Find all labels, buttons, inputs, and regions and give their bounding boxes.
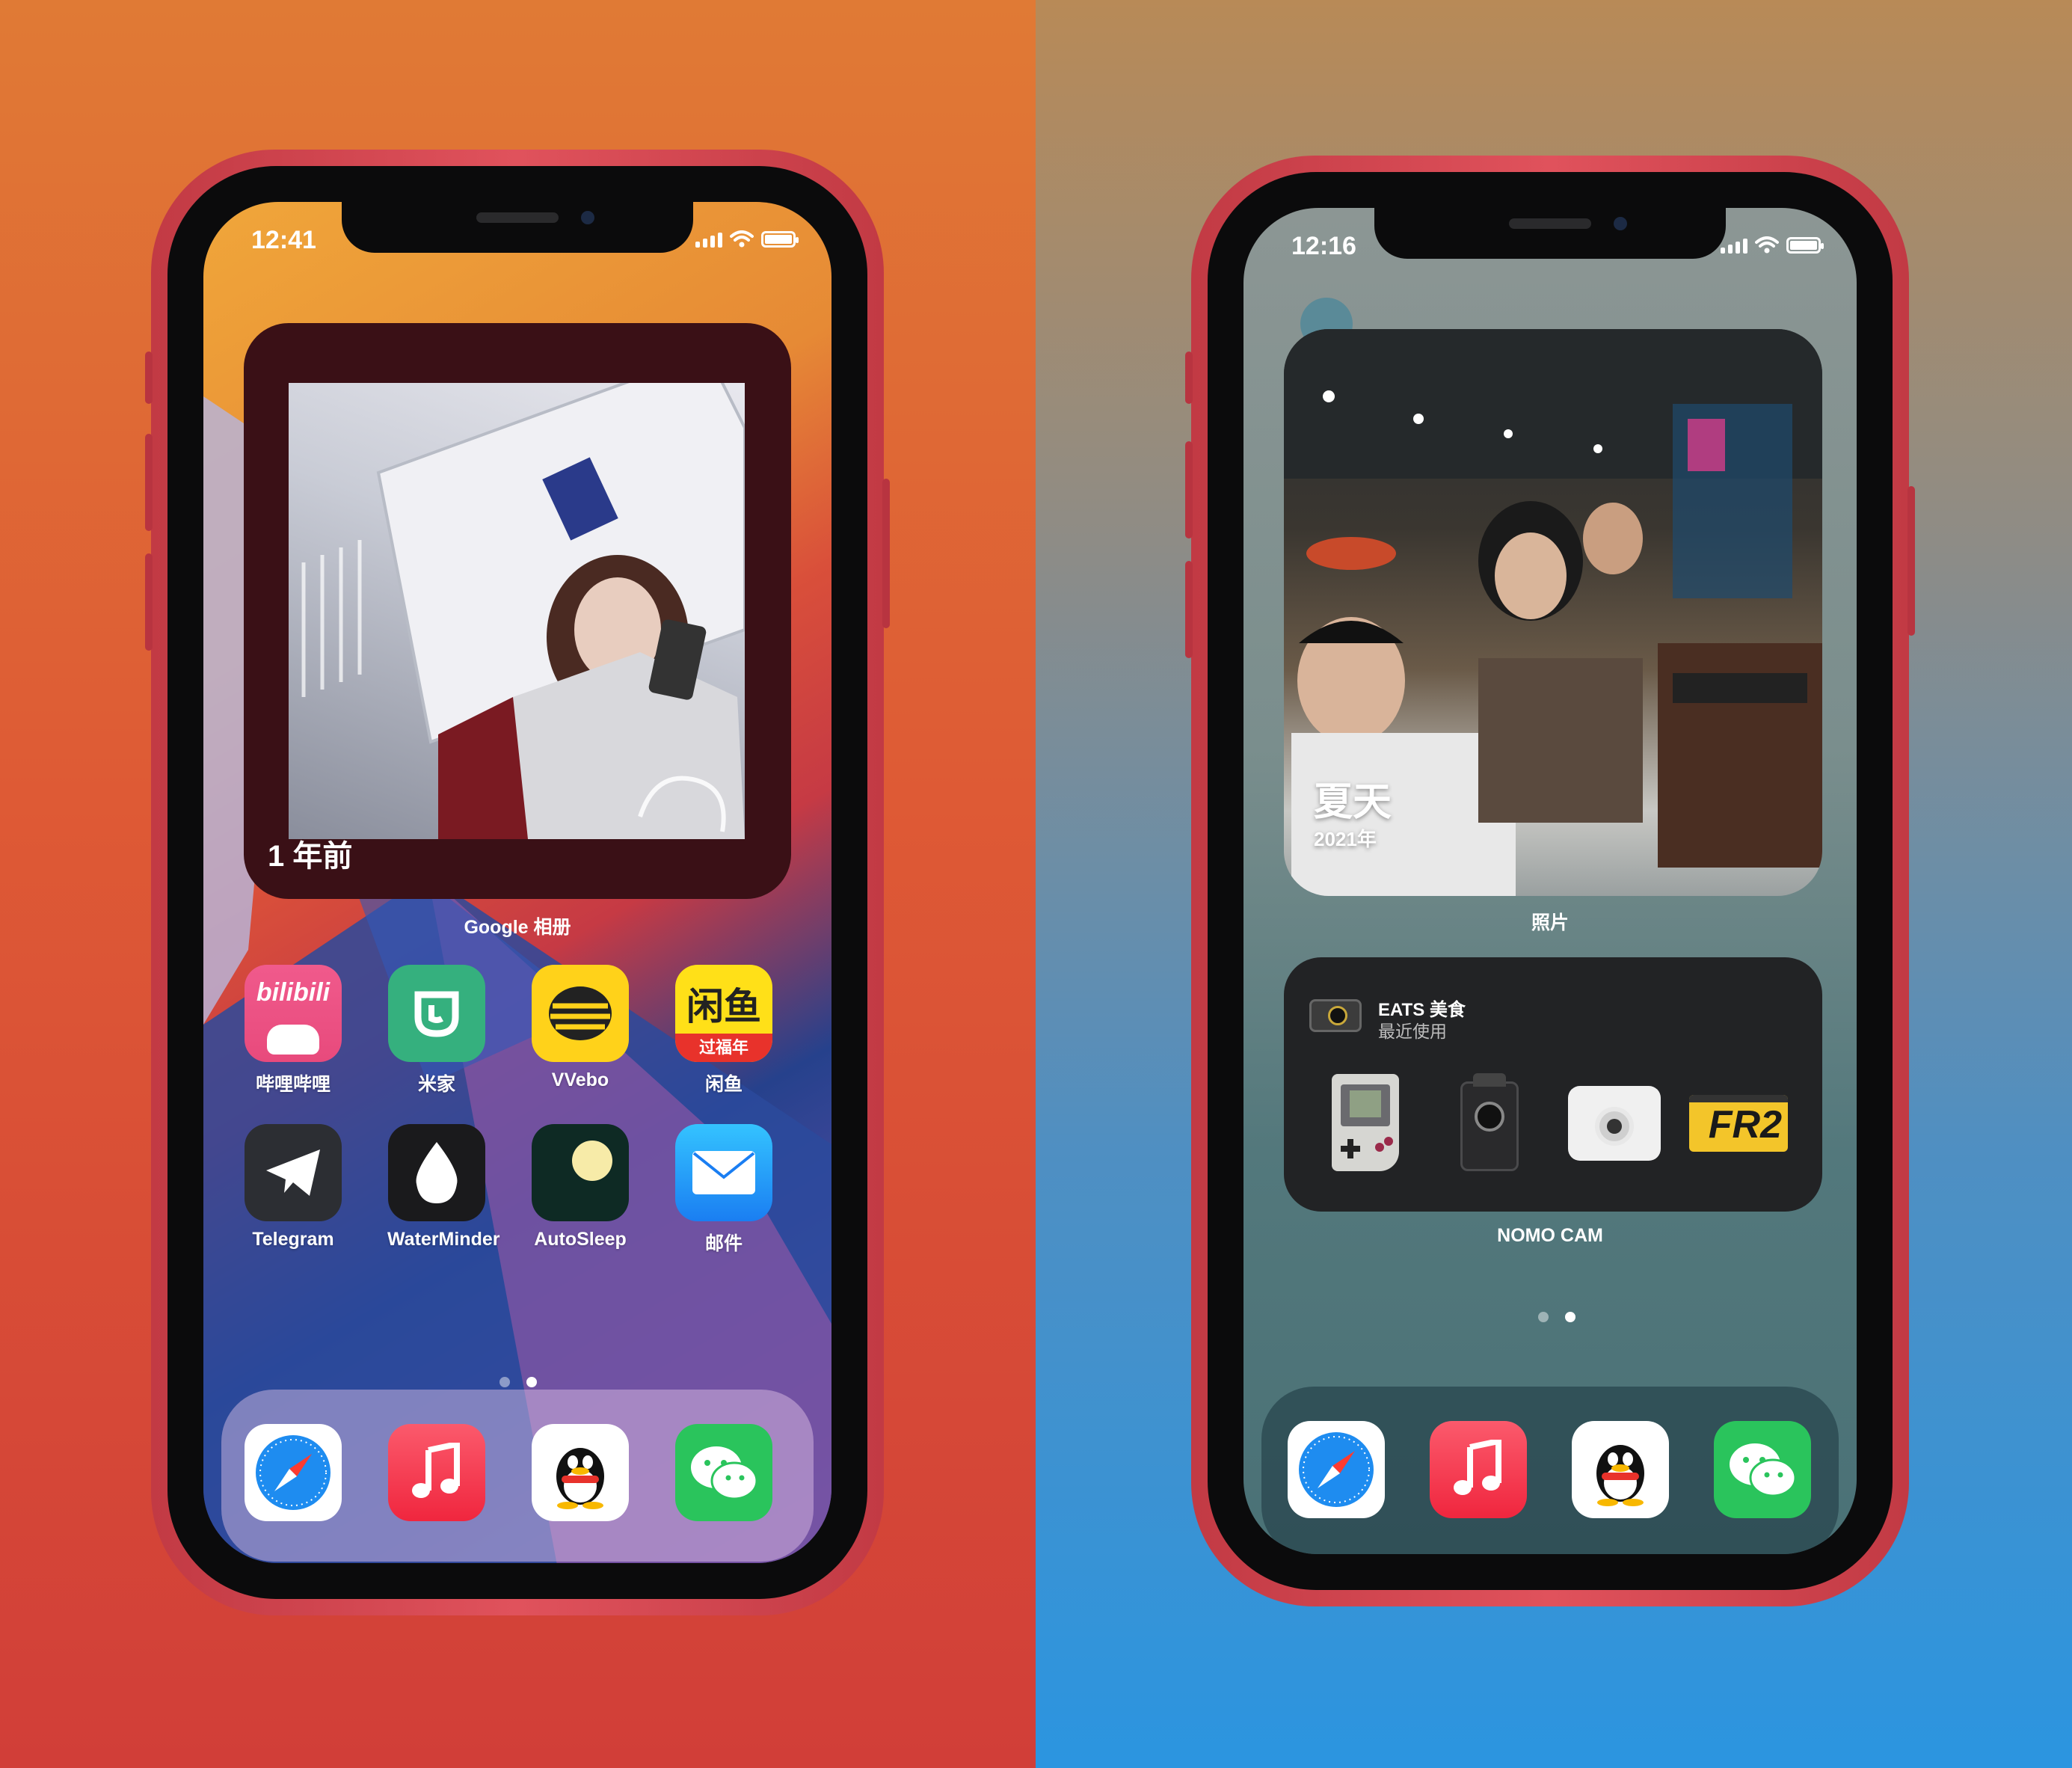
- mail-icon: [675, 1124, 772, 1221]
- widget-label: 照片: [1531, 912, 1569, 933]
- wifi-icon: [1755, 236, 1779, 254]
- safari-icon: [245, 1424, 342, 1521]
- xianyu-logo: 闲鱼: [686, 985, 761, 1028]
- bilibili-icon: bilibili: [245, 965, 342, 1062]
- wechat-icon: [675, 1424, 772, 1521]
- volume-up-button: [145, 434, 153, 531]
- dock-qq[interactable]: [531, 1424, 630, 1521]
- dock: [1261, 1387, 1839, 1554]
- page-dot-1[interactable]: [499, 1377, 510, 1387]
- page-indicator[interactable]: [1538, 1312, 1575, 1322]
- app-label: VVebo: [551, 1069, 609, 1090]
- page-dot-2[interactable]: [1565, 1312, 1575, 1322]
- volume-up-button: [1185, 441, 1193, 538]
- volume-down-button: [145, 553, 153, 651]
- box-camera-icon[interactable]: [1460, 1073, 1519, 1171]
- status-time: 12:41: [251, 226, 316, 254]
- silent-switch: [145, 352, 153, 404]
- side-button: [1907, 486, 1915, 636]
- status-time: 12:16: [1291, 232, 1356, 260]
- xianyu-subtitle: 过福年: [675, 1034, 772, 1062]
- app-label: 米家: [417, 1074, 455, 1095]
- page-dot-1[interactable]: [1538, 1312, 1549, 1322]
- dock-music[interactable]: [1429, 1421, 1528, 1518]
- app-waterminder[interactable]: WaterMinder: [387, 1124, 500, 1250]
- nomo-label: NOMO CAM: [1497, 1225, 1603, 1246]
- gameboy-camera-icon[interactable]: [1332, 1074, 1399, 1171]
- photos-widget[interactable]: 夏天 2021年: [1284, 329, 1822, 896]
- app-autosleep[interactable]: AutoSleep: [531, 1124, 630, 1250]
- nomo-cam-widget[interactable]: EATS 美食 最近使用 FR2: [1284, 957, 1822, 1212]
- waterminder-icon: [388, 1124, 485, 1221]
- app-telegram[interactable]: Telegram: [244, 1124, 342, 1250]
- dock-wechat[interactable]: [674, 1424, 773, 1521]
- qq-icon: [532, 1424, 629, 1521]
- music-icon: [1430, 1421, 1527, 1518]
- telegram-icon: [245, 1124, 342, 1221]
- nomo-subtitle: 最近使用: [1378, 1022, 1447, 1041]
- dock-wechat[interactable]: [1713, 1421, 1812, 1518]
- autosleep-icon: [532, 1124, 629, 1221]
- left-background: 12:41 1 年前 Google 相册 bilibili 哔哩哔哩 米家 VV…: [0, 0, 1036, 1768]
- dock-music[interactable]: [387, 1424, 486, 1521]
- photo-content: [301, 383, 745, 839]
- battery-icon: [761, 231, 799, 248]
- app-label: WaterMinder: [387, 1229, 500, 1250]
- vvebo-icon: [532, 965, 629, 1062]
- widget-caption: 1 年前: [268, 840, 353, 873]
- phone-bezel: 12:16 夏天 2021年 照片 EATS 美食 最近使用 FR2 NOMO …: [1208, 172, 1893, 1590]
- app-mail[interactable]: 邮件: [674, 1124, 773, 1256]
- music-icon: [388, 1424, 485, 1521]
- dock: [221, 1390, 814, 1562]
- cellular-signal-icon: [1721, 237, 1747, 254]
- app-label: 哔哩哔哩: [255, 1074, 331, 1095]
- eats-camera-icon: [1309, 999, 1362, 1032]
- app-label: AutoSleep: [534, 1229, 627, 1250]
- safari-icon: [1288, 1421, 1385, 1518]
- battery-icon: [1786, 237, 1824, 254]
- app-label: Telegram: [252, 1229, 334, 1250]
- google-photos-widget[interactable]: 1 年前: [244, 323, 791, 899]
- fr2-camera-icon[interactable]: FR2: [1689, 1095, 1788, 1152]
- dock-qq[interactable]: [1571, 1421, 1670, 1518]
- xianyu-icon: 闲鱼 过福年: [675, 965, 772, 1062]
- app-mijia[interactable]: 米家: [387, 965, 486, 1096]
- app-vvebo[interactable]: VVebo: [531, 965, 630, 1091]
- phone-bezel: 12:41 1 年前 Google 相册 bilibili 哔哩哔哩 米家 VV…: [167, 166, 867, 1599]
- cellular-signal-icon: [695, 231, 722, 248]
- widget-subcaption: 2021年: [1314, 828, 1377, 850]
- status-bar: 12:41: [203, 226, 831, 263]
- left-phone: 12:41 1 年前 Google 相册 bilibili 哔哩哔哩 米家 VV…: [151, 150, 884, 1615]
- qq-icon: [1572, 1421, 1669, 1518]
- wifi-icon: [730, 230, 754, 248]
- page-dot-2[interactable]: [526, 1377, 537, 1387]
- right-background: 12:16 夏天 2021年 照片 EATS 美食 最近使用 FR2 NOMO …: [1036, 0, 2072, 1768]
- app-label: 闲鱼: [704, 1074, 743, 1095]
- status-bar: 12:16: [1243, 232, 1857, 269]
- app-xianyu[interactable]: 闲鱼 过福年 闲鱼: [674, 965, 773, 1096]
- instant-camera-icon[interactable]: [1568, 1086, 1661, 1161]
- app-label: 邮件: [704, 1233, 743, 1254]
- dock-safari[interactable]: [1287, 1421, 1386, 1518]
- home-screen: 12:41 1 年前 Google 相册 bilibili 哔哩哔哩 米家 VV…: [203, 202, 831, 1563]
- widget-caption: 夏天: [1314, 781, 1392, 824]
- app-bilibili[interactable]: bilibili 哔哩哔哩: [244, 965, 342, 1096]
- wechat-icon: [1714, 1421, 1811, 1518]
- widget-label: Google 相册: [464, 917, 571, 938]
- home-screen: 12:16 夏天 2021年 照片 EATS 美食 最近使用 FR2 NOMO …: [1243, 208, 1857, 1554]
- widget-photo: [289, 383, 745, 839]
- right-phone: 12:16 夏天 2021年 照片 EATS 美食 最近使用 FR2 NOMO …: [1191, 156, 1909, 1606]
- dock-safari[interactable]: [244, 1424, 342, 1521]
- page-indicator[interactable]: [499, 1377, 537, 1387]
- fr2-label: FR2: [1708, 1103, 1782, 1147]
- mijia-icon: [388, 965, 485, 1062]
- side-button: [882, 479, 890, 628]
- silent-switch: [1185, 352, 1193, 404]
- bilibili-logo: bilibili: [256, 978, 331, 1007]
- volume-down-button: [1185, 561, 1193, 658]
